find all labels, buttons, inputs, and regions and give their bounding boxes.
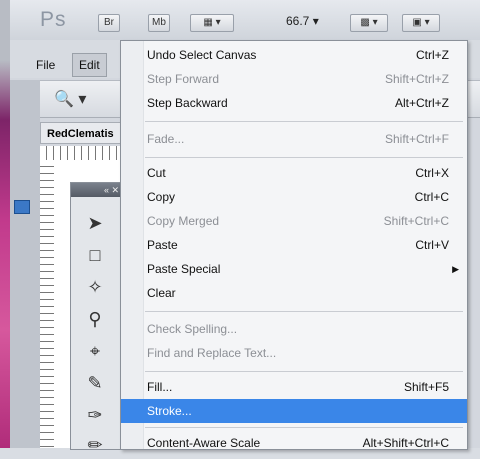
menu-item-clear[interactable]: Clear — [121, 281, 467, 305]
zoom-level[interactable]: 66.7 ▾ — [286, 14, 319, 28]
menu-item-find-replace-text: Find and Replace Text... — [147, 346, 277, 360]
menu-file[interactable]: File — [30, 54, 61, 76]
view-extras-button[interactable]: ▦ ▾ — [190, 14, 234, 32]
menu-item-content-aware-scale[interactable]: Content-Aware Scale Alt+Shift+Ctrl+C — [121, 431, 467, 455]
vertical-ruler — [40, 160, 55, 448]
menu-separator — [145, 427, 463, 428]
menu-item-stroke[interactable]: Stroke... — [121, 399, 467, 423]
marquee-tool-icon[interactable]: □ — [81, 241, 109, 269]
screen-mode-button[interactable]: ▣ ▾ — [402, 14, 440, 32]
photoshop-logo: Ps — [40, 8, 67, 31]
menu-item-fade: Fade... Shift+Ctrl+F — [147, 132, 449, 146]
menu-item-undo-select-canvas[interactable]: Undo Select Canvas Ctrl+Z — [121, 43, 467, 67]
zoom-tool-icon[interactable]: 🔍 ▾ — [54, 89, 86, 109]
eyedropper-tool-icon[interactable]: ✎ — [81, 369, 109, 397]
crop-tool-icon[interactable]: ⌖ — [81, 337, 109, 365]
brush-tool-icon[interactable]: ✏ — [81, 431, 109, 459]
menu-item-check-spelling: Check Spelling... — [147, 322, 238, 336]
panel-collapse-icon[interactable] — [14, 200, 30, 214]
move-tool-icon[interactable]: ➤ — [81, 209, 109, 237]
menu-item-step-forward: Step Forward Shift+Ctrl+Z — [147, 72, 449, 86]
menu-edit[interactable]: Edit — [72, 53, 107, 77]
tools-panel-header[interactable]: « ✕ — [71, 183, 123, 197]
menu-separator — [145, 157, 463, 158]
menu-item-copy[interactable]: Copy Ctrl+C — [121, 185, 467, 209]
menu-separator — [145, 371, 463, 372]
screen-mode-icon: ▣ ▾ — [412, 17, 430, 28]
arrange-documents-button[interactable]: ▩ ▾ — [350, 14, 388, 32]
lasso-tool-icon[interactable]: ✧ — [81, 273, 109, 301]
menu-item-paste-special[interactable]: Paste Special ▶ — [121, 257, 467, 281]
menu-separator — [145, 311, 463, 312]
healing-brush-tool-icon[interactable]: ✑ — [81, 401, 109, 429]
quick-selection-tool-icon[interactable]: ⚲ — [81, 305, 109, 333]
menu-item-cut[interactable]: Cut Ctrl+X — [121, 161, 467, 185]
submenu-arrow-icon: ▶ — [452, 264, 459, 274]
menu-item-fill[interactable]: Fill... Shift+F5 — [121, 375, 467, 399]
mini-bridge-button[interactable]: Mb — [148, 14, 170, 32]
menu-separator — [145, 121, 463, 122]
menu-item-step-backward[interactable]: Step Backward Alt+Ctrl+Z — [121, 91, 467, 115]
application-bar: Ps Br Mb ▦ ▾ 66.7 ▾ ▩ ▾ ▣ ▾ — [10, 0, 480, 41]
left-panel-edge — [10, 80, 40, 448]
tools-panel: « ✕ ➤ □ ✧ ⚲ ⌖ ✎ ✑ ✏ — [70, 182, 124, 455]
arrange-icon: ▩ ▾ — [360, 17, 378, 28]
edit-menu-dropdown: Undo Select Canvas Ctrl+Z Step Forward S… — [120, 40, 468, 450]
menu-item-paste[interactable]: Paste Ctrl+V — [121, 233, 467, 257]
bridge-button[interactable]: Br — [98, 14, 120, 32]
view-extras-icon: ▦ ▾ — [203, 17, 221, 28]
menu-item-copy-merged: Copy Merged Shift+Ctrl+C — [147, 214, 449, 228]
